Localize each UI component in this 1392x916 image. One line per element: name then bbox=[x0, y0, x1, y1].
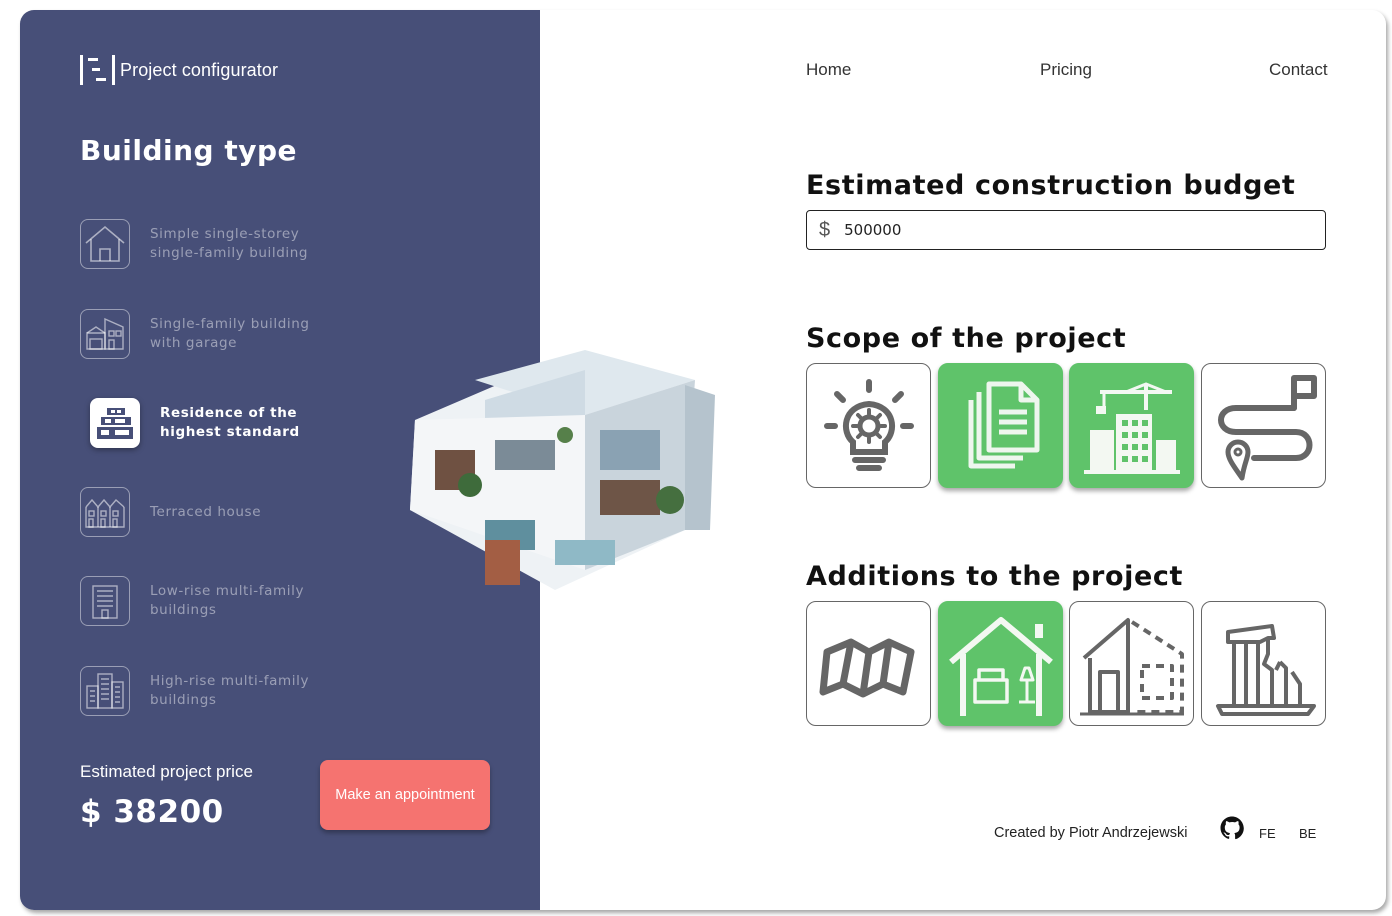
terraced-house-icon bbox=[85, 498, 125, 528]
building-type-simple[interactable]: Simple single-storey single-family build… bbox=[80, 219, 320, 269]
building-type-terraced[interactable]: Terraced house bbox=[80, 487, 320, 537]
footer-credit: Created by Piotr Andrzejewski bbox=[994, 825, 1188, 841]
make-appointment-button[interactable]: Make an appointment bbox=[320, 760, 490, 830]
be-link[interactable]: BE bbox=[1299, 826, 1316, 841]
building-type-residence[interactable]: Residence of the highest standard bbox=[90, 398, 330, 448]
building-type-label: Single-family building with garage bbox=[150, 316, 310, 351]
additions-tile-ruin[interactable] bbox=[1201, 601, 1326, 726]
additions-tile-extension[interactable] bbox=[1069, 601, 1194, 726]
budget-input[interactable] bbox=[844, 221, 1285, 239]
additions-tile-interior[interactable] bbox=[938, 601, 1063, 726]
nav-home[interactable]: Home bbox=[806, 60, 851, 80]
map-icon bbox=[819, 638, 914, 697]
additions-tile-map[interactable] bbox=[806, 601, 931, 726]
house-extension-icon bbox=[1079, 617, 1184, 715]
building-type-label: Low-rise multi-family buildings bbox=[150, 583, 305, 618]
budget-field[interactable]: $ bbox=[806, 210, 1326, 250]
fe-link[interactable]: FE bbox=[1259, 826, 1276, 841]
github-icon[interactable] bbox=[1220, 816, 1244, 840]
app-window: Project configurator Building type Simpl… bbox=[20, 10, 1386, 910]
ruined-building-icon bbox=[1215, 623, 1316, 716]
logo[interactable]: Project configurator bbox=[80, 54, 278, 86]
low-rise-building-icon bbox=[92, 585, 118, 619]
price-value: $ 38200 bbox=[80, 794, 224, 830]
building-type-label: Simple single-storey single-family build… bbox=[150, 226, 309, 261]
route-plan-icon bbox=[1217, 374, 1317, 480]
high-rise-building-icon bbox=[86, 673, 124, 709]
construction-crane-icon bbox=[1083, 381, 1180, 474]
idea-bulb-icon bbox=[823, 378, 914, 471]
scope-tile-route[interactable] bbox=[1201, 363, 1326, 488]
house-icon bbox=[85, 225, 125, 262]
building-type-title: Building type bbox=[80, 134, 298, 167]
residence-icon bbox=[97, 408, 133, 439]
logo-icon bbox=[80, 55, 115, 85]
nav-contact[interactable]: Contact bbox=[1269, 60, 1328, 80]
app-title: Project configurator bbox=[120, 59, 279, 80]
building-type-low-rise[interactable]: Low-rise multi-family buildings bbox=[80, 576, 320, 626]
budget-title: Estimated construction budget bbox=[806, 170, 1296, 201]
documents-icon bbox=[968, 381, 1039, 468]
building-type-label: Residence of the highest standard bbox=[160, 405, 300, 440]
interior-house-icon bbox=[948, 616, 1053, 716]
currency-symbol: $ bbox=[819, 218, 831, 241]
scope-title: Scope of the project bbox=[806, 323, 1127, 354]
building-illustration bbox=[410, 350, 715, 590]
nav-pricing[interactable]: Pricing bbox=[1040, 60, 1092, 80]
building-type-high-rise[interactable]: High-rise multi-family buildings bbox=[80, 666, 320, 716]
building-type-label: Terraced house bbox=[150, 503, 262, 520]
building-type-garage[interactable]: Single-family building with garage bbox=[80, 309, 320, 359]
house-garage-icon bbox=[86, 317, 124, 350]
building-type-label: High-rise multi-family buildings bbox=[150, 673, 310, 708]
scope-tile-documents[interactable] bbox=[938, 363, 1063, 488]
additions-title: Additions to the project bbox=[806, 561, 1183, 592]
scope-tile-construction[interactable] bbox=[1069, 363, 1194, 488]
price-label: Estimated project price bbox=[80, 762, 253, 781]
scope-tile-idea[interactable] bbox=[806, 363, 931, 488]
